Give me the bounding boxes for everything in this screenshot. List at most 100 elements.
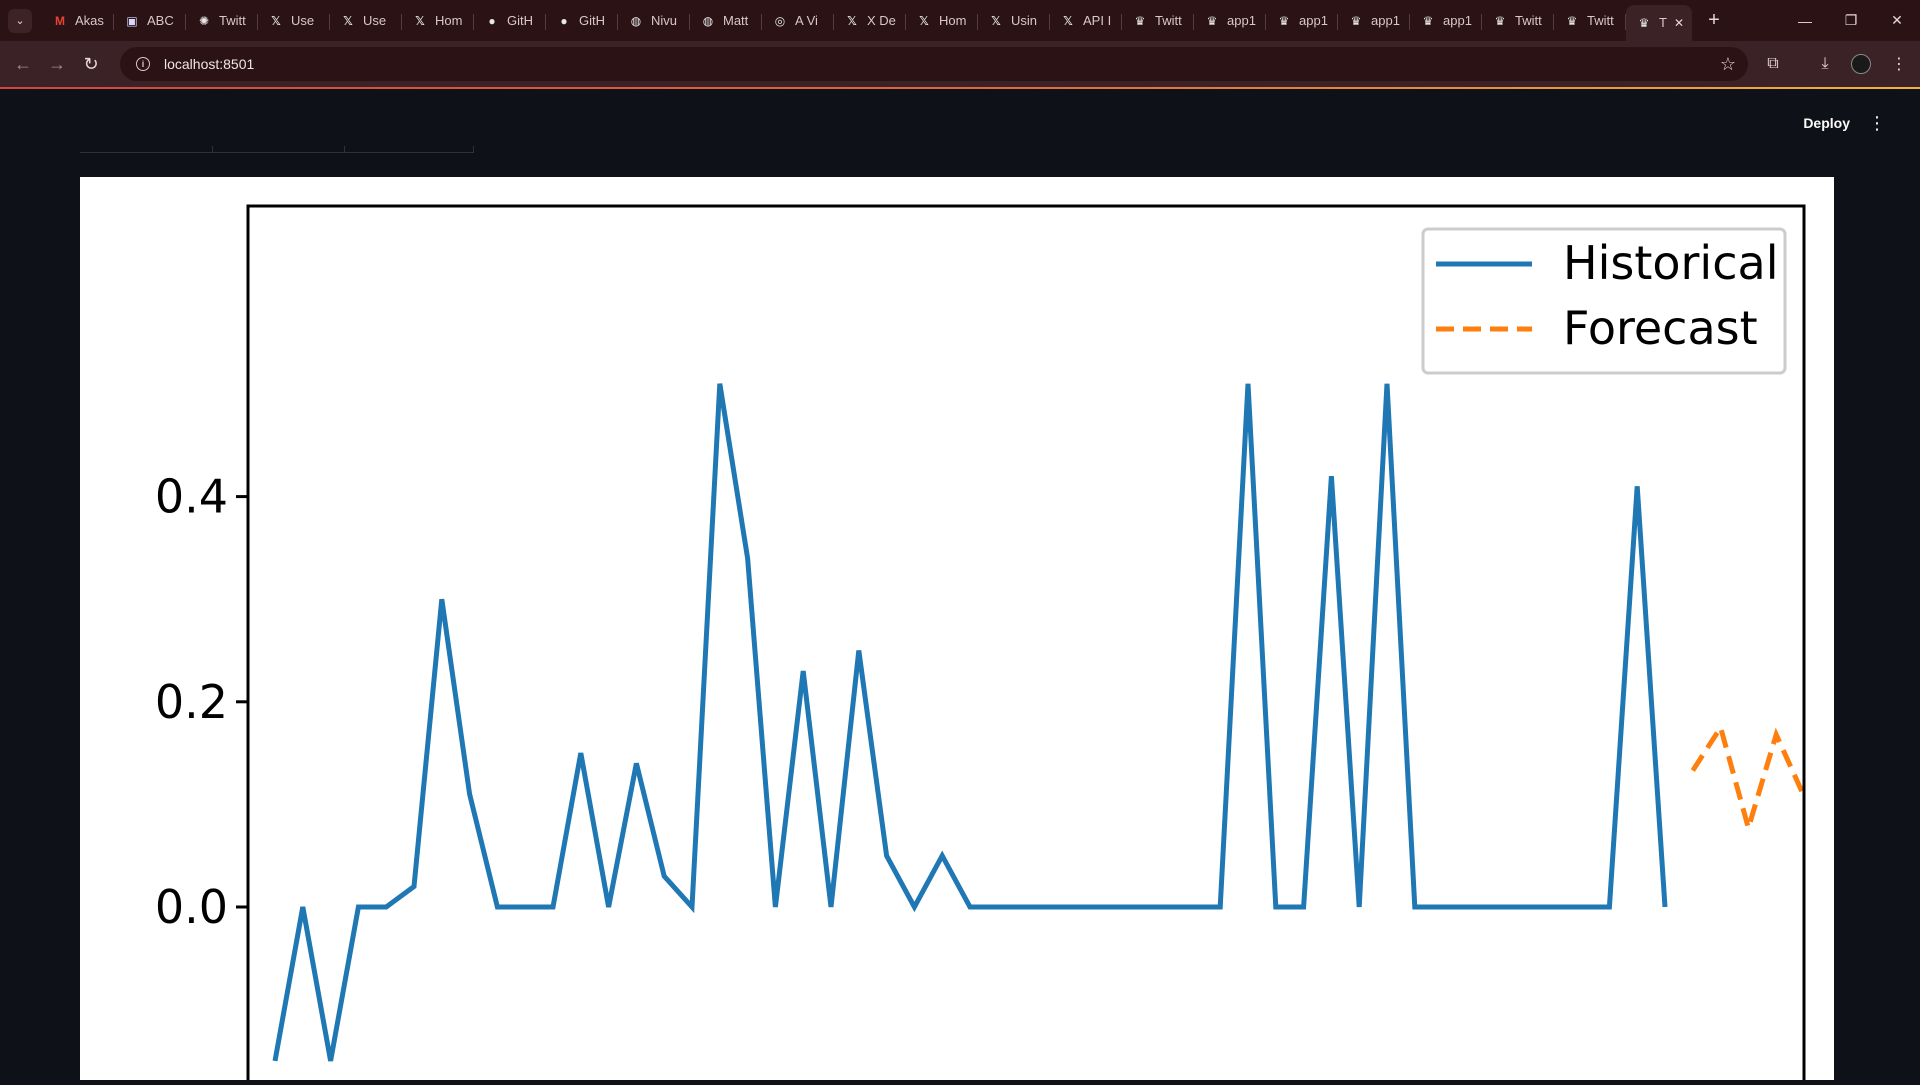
tab-search-button[interactable]: ⌄ <box>8 8 32 33</box>
chart-legend: Historical Forecast <box>1421 227 1787 375</box>
globe-icon: ◎ <box>774 13 786 28</box>
data-point-historical <box>719 383 720 384</box>
browser-tab[interactable]: 𝕏 Use <box>330 5 402 37</box>
y-tick-label: 0.2 <box>155 675 228 729</box>
more-vertical-icon: ⋮ <box>1868 112 1886 133</box>
line-chart: 0.0 0.2 0.4 Historical Forecast <box>155 204 1832 1085</box>
data-point-forecast <box>1720 727 1721 728</box>
browser-tab[interactable]: ♛ Twitt <box>1554 5 1626 37</box>
data-point-historical <box>1526 907 1527 908</box>
data-point-historical <box>525 907 526 908</box>
browser-tab[interactable]: ♛ app1 <box>1338 5 1410 37</box>
info-icon[interactable]: i <box>136 57 150 71</box>
browser-tab[interactable]: ♛ Twitt <box>1482 5 1554 37</box>
browser-tab[interactable]: ✺ Twitt <box>186 5 258 37</box>
streamlit-icon: ♛ <box>1494 13 1506 28</box>
data-point-forecast <box>1748 828 1749 829</box>
tab-title: ABC <box>147 13 174 28</box>
browser-tab[interactable]: ♛ app1 <box>1266 5 1338 37</box>
back-button[interactable]: ← <box>6 47 40 81</box>
data-point-forecast <box>1776 734 1777 735</box>
streamlit-icon: ♛ <box>1350 13 1362 28</box>
url-text: localhost:8501 <box>164 56 255 72</box>
extensions-button[interactable]: ⧉ <box>1756 47 1790 81</box>
browser-tab[interactable]: 𝕏 API I <box>1050 5 1122 37</box>
x-icon: 𝕏 <box>847 13 857 28</box>
deploy-button[interactable]: Deploy <box>1803 115 1850 131</box>
main-menu-button[interactable]: ⋮ <box>1868 111 1886 135</box>
x-icon: 𝕏 <box>415 13 425 28</box>
close-window-button[interactable]: ✕ <box>1874 0 1920 41</box>
avatar <box>1851 54 1871 74</box>
arrow-left-icon: ← <box>14 53 32 74</box>
tab-title: Nivu <box>651 13 678 28</box>
gmail-icon: M <box>55 13 65 28</box>
tab-title: Usin <box>1011 13 1038 28</box>
data-point-historical <box>1442 907 1443 908</box>
browser-tab[interactable]: 𝕏 Use <box>258 5 330 37</box>
tab-bar-remnant <box>80 146 474 153</box>
close-icon[interactable]: ✕ <box>1674 16 1684 30</box>
browser-tab[interactable]: ● GitH <box>546 5 618 37</box>
tab-title: app1 <box>1227 13 1256 28</box>
legend-historical-label: Historical <box>1563 236 1778 290</box>
series-line-forecast <box>1690 721 1804 838</box>
address-bar[interactable]: i localhost:8501 ☆ <box>120 47 1748 81</box>
data-point-historical <box>1331 476 1332 477</box>
data-point-historical <box>1164 907 1165 908</box>
browser-tab[interactable]: 𝕏 Hom <box>906 5 978 37</box>
browser-menu-button[interactable]: ⋮ <box>1882 47 1916 81</box>
data-point-historical <box>997 907 998 908</box>
browser-tab[interactable]: 𝕏 X De <box>834 5 906 37</box>
chevron-down-icon: ⌄ <box>15 15 25 27</box>
data-point-historical <box>358 907 359 908</box>
y-tick-label: 0.0 <box>155 880 228 934</box>
minimize-button[interactable]: — <box>1782 0 1828 41</box>
tab-title: Akas <box>75 13 104 28</box>
forward-button[interactable]: → <box>40 47 74 81</box>
data-point-historical <box>1081 907 1082 908</box>
streamlit-icon: ♛ <box>1422 13 1434 28</box>
data-point-historical <box>858 650 859 651</box>
data-point-historical <box>1553 907 1554 908</box>
tab-title: API I <box>1083 13 1112 28</box>
data-point-forecast <box>1831 770 1832 771</box>
data-point-historical <box>1665 907 1666 908</box>
browser-tab[interactable]: ● GitH <box>474 5 546 37</box>
tab-title: Matt <box>723 13 749 28</box>
browser-tab[interactable]: M Akas <box>42 5 114 37</box>
restore-button[interactable]: ❐ <box>1828 0 1874 41</box>
tab-title: Hom <box>435 13 463 28</box>
browser-tab[interactable]: ◍ Nivu <box>618 5 690 37</box>
data-point-historical <box>1414 907 1415 908</box>
new-tab-button[interactable]: + <box>1700 7 1728 35</box>
streamlit-icon: ♛ <box>1278 13 1290 28</box>
browser-tab-strip: ⌄ M Akas ▣ ABC ✺ Twitt 𝕏 Use 𝕏 Use 𝕏 Hom ● GitH ● GitH ◍… <box>0 0 1920 41</box>
tab-list: M Akas ▣ ABC ✺ Twitt 𝕏 Use 𝕏 Use 𝕏 Hom ● GitH ● GitH ◍ Ni… <box>42 5 1626 37</box>
browser-tab[interactable]: ♛ app1 <box>1410 5 1482 37</box>
browser-tab[interactable]: 𝕏 Usin <box>978 5 1050 37</box>
browser-tab[interactable]: ▣ ABC <box>114 5 186 37</box>
streamlit-app: Deploy ⋮ 0.0 0.2 0.4 Historical Forecast <box>0 89 1920 1085</box>
plus-icon: + <box>1708 9 1720 31</box>
data-point-historical <box>330 1060 331 1061</box>
data-point-historical <box>886 855 887 856</box>
x-icon: 𝕏 <box>919 13 929 28</box>
x-icon: 𝕏 <box>1063 13 1073 28</box>
generic-icon: ◍ <box>630 13 642 28</box>
tab-active[interactable]: ♛ T ✕ <box>1626 4 1692 41</box>
data-point-historical <box>1387 383 1388 384</box>
browser-tab[interactable]: ◎ A Vi <box>762 5 834 37</box>
data-point-historical <box>1220 907 1221 908</box>
data-point-historical <box>441 599 442 600</box>
browser-tab[interactable]: ◍ Matt <box>690 5 762 37</box>
reload-button[interactable]: ↻ <box>74 47 108 81</box>
tab-title: A Vi <box>795 13 818 28</box>
browser-tab[interactable]: 𝕏 Hom <box>402 5 474 37</box>
browser-tab[interactable]: ♛ app1 <box>1194 5 1266 37</box>
bookmark-star-icon[interactable]: ☆ <box>1720 54 1736 75</box>
browser-tab[interactable]: ♛ Twitt <box>1122 5 1194 37</box>
profile-button[interactable] <box>1844 47 1878 81</box>
data-point-historical <box>970 907 971 908</box>
downloads-button[interactable]: ⤓ <box>1808 47 1842 81</box>
